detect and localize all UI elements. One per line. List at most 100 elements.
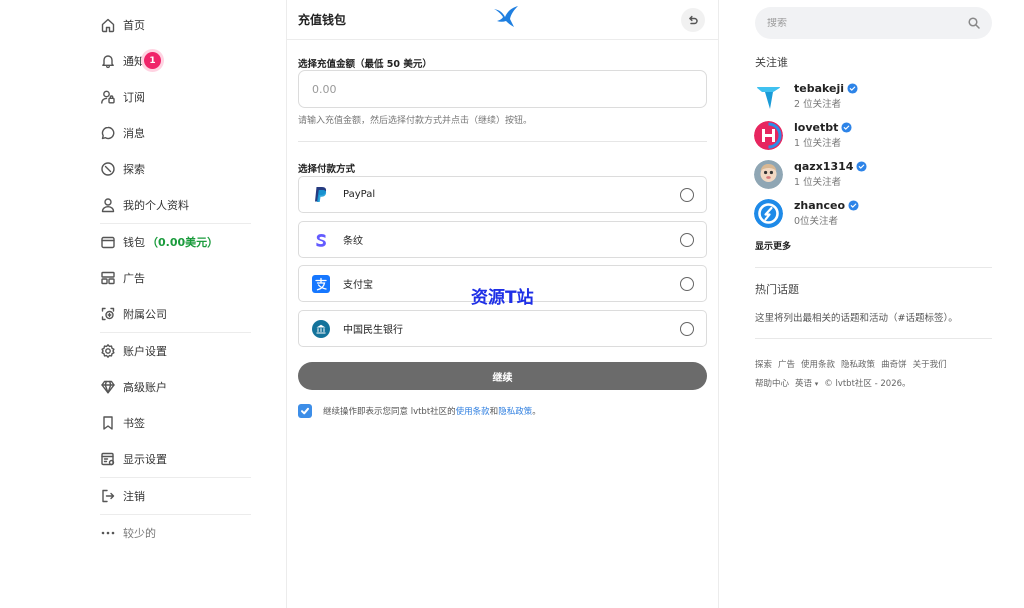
nav-logout[interactable]: 注销	[100, 478, 251, 514]
footer-link-cookies[interactable]: 曲奇饼	[881, 358, 907, 370]
nav-premium[interactable]: 高级账户	[100, 369, 251, 405]
payment-radio[interactable]	[680, 188, 694, 202]
compass-icon	[100, 161, 116, 177]
nav-affiliates[interactable]: 附属公司	[100, 296, 251, 332]
bank-icon	[312, 319, 330, 338]
right-sidebar: 关注谁 tebakeji 2 位关注者 lovetbt 1 位关注者 qazx1…	[719, 0, 1024, 608]
nav-messages[interactable]: 消息	[100, 115, 251, 151]
terms-consent: 继续操作即表示您同意 lvtbt社区的 使用条款 和 隐私政策 。	[298, 404, 541, 418]
payment-option-stripe[interactable]: 条纹	[298, 221, 707, 258]
search-icon[interactable]	[968, 17, 980, 29]
wallet-balance: （0.00美元）	[147, 236, 219, 249]
privacy-link[interactable]: 隐私政策	[498, 405, 532, 417]
amount-hint: 请输入充值金额，然后选择付款方式并点击（继续）按钮。	[298, 116, 533, 126]
right-divider	[755, 267, 992, 268]
follow-name-text: zhanceo	[794, 199, 846, 212]
footer-links: 探索 广告 使用条款 隐私政策 曲奇饼 关于我们	[755, 358, 947, 370]
verified-badge-icon	[841, 122, 852, 133]
footer-link-explore[interactable]: 探索	[755, 358, 772, 370]
follower-count: 2 位关注者	[794, 99, 842, 110]
nav-settings-label: 账户设置	[123, 345, 167, 358]
avatar[interactable]	[754, 120, 783, 150]
amount-label: 选择充值金额（最低 50 美元）	[298, 59, 432, 70]
consent-and: 和	[489, 407, 499, 417]
main-nav: 首页 通知 1 订阅 消息 探索 我的个人资料 钱包 （0.00美元） 广告 附…	[100, 7, 251, 551]
payment-option-paypal[interactable]: PayPal	[298, 176, 707, 213]
follower-count: 0位关注者	[794, 216, 839, 227]
bell-icon	[100, 53, 116, 69]
watermark-text: 资源T站	[471, 288, 534, 308]
follow-suggestion[interactable]: qazx1314 1 位关注者	[754, 158, 954, 190]
verified-badge-icon	[847, 83, 858, 94]
search-box[interactable]	[755, 7, 992, 39]
footer-secondary: 帮助中心 英语 ▾ © lvtbt社区 - 2026。	[755, 377, 911, 389]
nav-premium-label: 高级账户	[123, 381, 167, 394]
nav-bookmarks[interactable]: 书签	[100, 405, 251, 441]
site-logo-icon[interactable]	[493, 5, 519, 29]
footer-link-ads[interactable]: 广告	[778, 358, 795, 370]
footer-link-about[interactable]: 关于我们	[913, 358, 947, 370]
trending-heading: 热门话题	[755, 283, 799, 296]
panel-header: 充值钱包	[287, 0, 718, 40]
nav-display[interactable]: 显示设置	[100, 441, 251, 477]
continue-button[interactable]: 继续	[298, 362, 707, 390]
follow-name[interactable]: lovetbt	[794, 121, 852, 134]
follow-suggestion[interactable]: zhanceo 0位关注者	[754, 197, 954, 229]
undo-icon	[689, 15, 698, 25]
follow-name[interactable]: zhanceo	[794, 199, 859, 212]
amount-input[interactable]	[298, 70, 707, 108]
payment-option-label: PayPal	[343, 189, 376, 200]
footer-link-terms[interactable]: 使用条款	[801, 358, 835, 370]
terms-link[interactable]: 使用条款	[456, 405, 490, 417]
nav-bookmarks-label: 书签	[123, 417, 145, 430]
notification-badge: 1	[144, 52, 161, 69]
nav-home[interactable]: 首页	[100, 7, 251, 43]
nav-ads[interactable]: 广告	[100, 260, 251, 296]
message-icon	[100, 125, 116, 141]
nav-notifications[interactable]: 通知 1	[100, 43, 251, 79]
show-more-link[interactable]: 显示更多	[755, 239, 791, 252]
payment-option-label: 中国民生银行	[343, 325, 403, 336]
language-selector[interactable]: 英语 ▾	[795, 377, 818, 389]
nav-subscriptions-label: 订阅	[123, 91, 145, 104]
nav-explore[interactable]: 探索	[100, 151, 251, 187]
logout-icon	[100, 488, 116, 504]
nav-subscriptions[interactable]: 订阅	[100, 79, 251, 115]
payment-radio[interactable]	[680, 277, 694, 291]
nav-logout-label: 注销	[123, 490, 145, 503]
caret-down-icon: ▾	[814, 380, 819, 388]
right-divider	[755, 338, 992, 339]
payment-radio[interactable]	[680, 322, 694, 336]
search-input[interactable]	[767, 17, 968, 29]
more-dots-icon	[100, 525, 116, 541]
avatar[interactable]	[754, 198, 783, 228]
follow-name-text: tebakeji	[794, 82, 845, 95]
avatar[interactable]	[754, 82, 783, 111]
affiliate-icon	[100, 306, 116, 322]
payment-radio[interactable]	[680, 233, 694, 247]
footer-link-privacy[interactable]: 隐私政策	[841, 358, 875, 370]
trending-description: 这里将列出最相关的话题和活动（#话题标签）。	[755, 313, 958, 324]
copyright: © lvtbt社区 - 2026。	[824, 379, 911, 389]
payment-option-cmbc[interactable]: 中国民生银行	[298, 310, 707, 347]
nav-wallet-label: 钱包	[123, 236, 145, 249]
follow-suggestion[interactable]: tebakeji 2 位关注者	[754, 80, 954, 112]
nav-show-less[interactable]: 较少的	[100, 515, 251, 551]
check-icon	[301, 407, 309, 415]
terms-checkbox[interactable]	[298, 404, 312, 418]
follow-suggestion[interactable]: lovetbt 1 位关注者	[754, 119, 954, 151]
back-button[interactable]	[681, 8, 705, 32]
section-divider	[298, 141, 707, 142]
nav-wallet[interactable]: 钱包 （0.00美元）	[100, 224, 251, 260]
nav-settings[interactable]: 账户设置	[100, 333, 251, 369]
language-label: 英语	[795, 379, 813, 389]
left-sidebar: 首页 通知 1 订阅 消息 探索 我的个人资料 钱包 （0.00美元） 广告 附…	[0, 0, 287, 608]
follow-name[interactable]: tebakeji	[794, 82, 858, 95]
nav-profile[interactable]: 我的个人资料	[100, 187, 251, 223]
paypal-icon	[312, 186, 330, 204]
follow-name[interactable]: qazx1314	[794, 160, 867, 173]
bookmark-icon	[100, 415, 116, 431]
avatar[interactable]	[754, 159, 783, 189]
help-center-link[interactable]: 帮助中心	[755, 377, 789, 389]
nav-messages-label: 消息	[123, 127, 145, 140]
